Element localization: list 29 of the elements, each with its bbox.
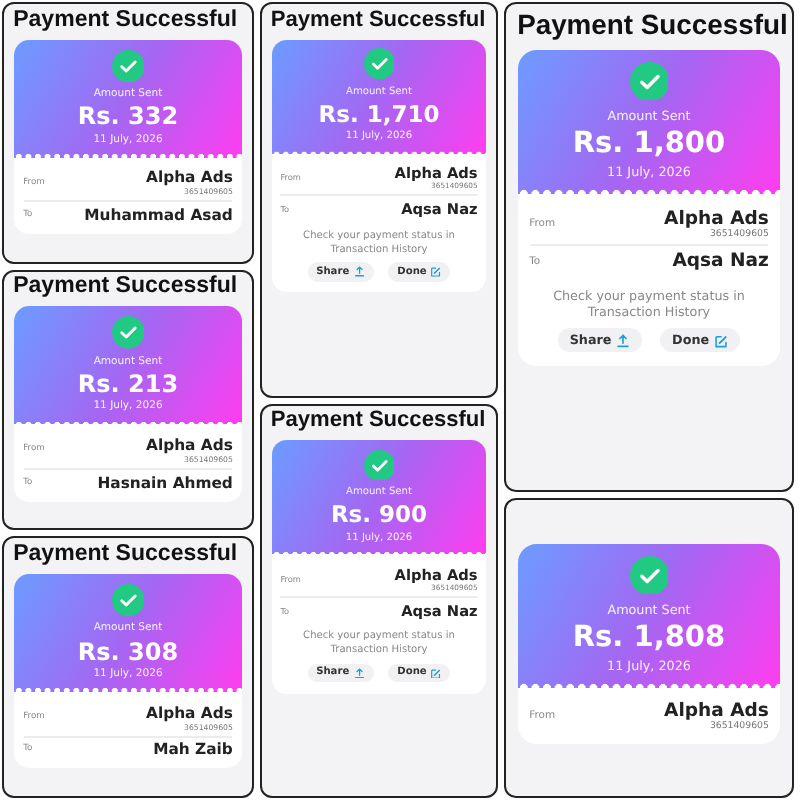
check-icon [111, 583, 145, 617]
recipient-name: Aqsa Naz [672, 250, 769, 273]
screen-title: Payment Successful [11, 540, 240, 571]
screen-title: Payment Successful [11, 272, 240, 303]
amount-value: Rs. 900 [330, 500, 428, 529]
amount-value: Rs. 1,710 [318, 99, 440, 128]
screen-title: Payment Successful [515, 6, 790, 45]
check-icon [111, 49, 145, 82]
edit-icon [430, 266, 442, 278]
amount-value: Rs. 213 [77, 369, 179, 398]
amount-value: Rs. 308 [77, 637, 179, 666]
sender-name: Alpha Ads [664, 700, 769, 723]
edit-icon [714, 333, 729, 348]
check-icon [629, 61, 669, 101]
amount-value: Rs. 332 [77, 102, 179, 131]
screen-title: Payment Successful [11, 5, 240, 36]
upload-icon [353, 266, 365, 278]
upload-icon [353, 667, 365, 679]
check-icon [363, 48, 395, 80]
upload-icon [616, 333, 631, 348]
check-icon [111, 316, 145, 350]
sender-name: Alpha Ads [664, 207, 769, 229]
check-icon [363, 449, 395, 481]
amount-value: Rs. 1,808 [572, 621, 726, 654]
amount-value: Rs. 1,800 [572, 127, 726, 160]
check-icon [629, 555, 669, 595]
edit-icon [430, 667, 442, 679]
screen-title: Payment Successful [268, 5, 488, 36]
screen-title: Payment Successful [268, 406, 488, 437]
